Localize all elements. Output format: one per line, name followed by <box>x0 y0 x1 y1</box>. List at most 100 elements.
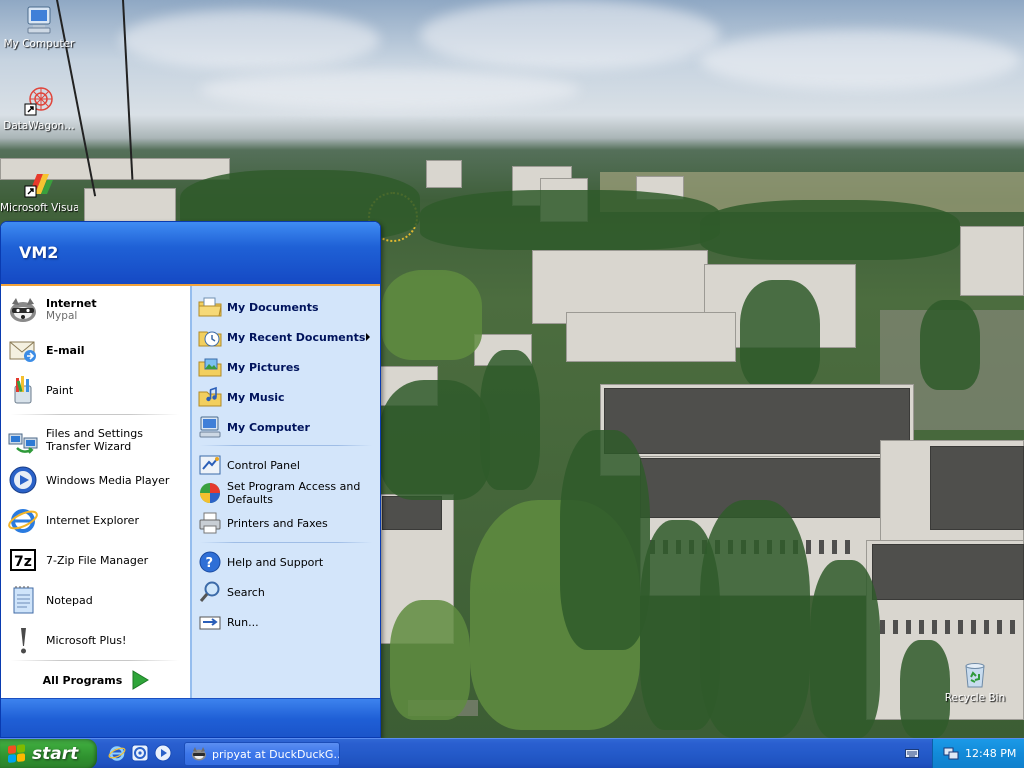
pinned-item-email[interactable]: E-mail <box>7 332 187 368</box>
pinned-item-sublabel: Mypal <box>46 310 78 322</box>
desktop-icon-datawagon[interactable]: DataWagon… <box>0 86 78 133</box>
svg-text:7z: 7z <box>14 554 32 570</box>
menu-separator <box>200 445 372 446</box>
start-menu-places-pane: My Documents My Recent Documents My Pict… <box>191 286 380 698</box>
place-item-my-documents[interactable]: My Documents <box>198 295 376 319</box>
program-item-media-player[interactable]: Windows Media Player <box>7 462 187 498</box>
my-pictures-icon <box>198 355 222 379</box>
internet-explorer-icon <box>7 504 39 536</box>
setting-item-label: Control Panel <box>227 458 300 472</box>
setting-item-printers[interactable]: Printers and Faxes <box>198 511 376 535</box>
pinned-item-internet[interactable]: Internet Mypal <box>7 292 187 328</box>
transfer-wizard-icon <box>7 424 39 456</box>
start-menu-body: Internet Mypal E-mail Paint Files and Se… <box>1 286 380 698</box>
program-item-notepad[interactable]: Notepad <box>7 582 187 618</box>
place-item-label: My Recent Documents <box>227 330 366 344</box>
visual-studio-icon <box>23 168 55 200</box>
start-button[interactable]: start <box>0 739 97 768</box>
mypal-browser-icon <box>191 746 207 762</box>
paint-icon <box>7 374 39 406</box>
start-menu: VM2 Internet Mypal E-mail Paint Files an… <box>0 221 381 738</box>
place-item-my-pictures[interactable]: My Pictures <box>198 355 376 379</box>
place-item-label: My Music <box>227 390 285 404</box>
recycle-bin-icon <box>959 658 991 690</box>
my-music-icon <box>198 385 222 409</box>
7zip-icon: 7z <box>7 544 39 576</box>
media-player-icon[interactable] <box>154 744 172 762</box>
program-item-label: Windows Media Player <box>46 473 170 487</box>
help-item-label: Help and Support <box>227 555 324 569</box>
help-item-help-support[interactable]: ? Help and Support <box>198 550 376 574</box>
place-item-my-computer[interactable]: My Computer <box>198 415 376 439</box>
program-item-internet-explorer[interactable]: Internet Explorer <box>7 502 187 538</box>
place-item-recent-documents[interactable]: My Recent Documents <box>198 325 376 349</box>
network-icon[interactable] <box>943 745 959 761</box>
my-computer-icon <box>23 4 55 36</box>
taskbar-window-label: pripyat at DuckDuckG… <box>212 747 340 761</box>
pinned-item-label: E-mail <box>46 343 85 357</box>
submenu-arrow-icon <box>366 333 370 341</box>
help-item-label: Run... <box>227 615 259 629</box>
green-arrow-icon <box>131 670 150 690</box>
system-tray: 12:48 PM <box>932 739 1024 768</box>
desktop-icon-label: Recycle Bin <box>944 692 1006 704</box>
desktop-icon-label: Microsoft Visual <box>0 202 78 214</box>
my-documents-icon <box>198 295 222 319</box>
internet-explorer-icon[interactable] <box>108 744 126 762</box>
start-menu-footer <box>1 698 380 737</box>
help-item-label: Search <box>227 585 265 599</box>
setting-item-control-panel[interactable]: Control Panel <box>198 453 376 477</box>
setting-item-label: Printers and Faxes <box>227 516 328 530</box>
mypal-browser-icon <box>7 294 39 326</box>
program-item-7zip[interactable]: 7z 7-Zip File Manager <box>7 542 187 578</box>
mypal-browser-icon[interactable] <box>131 744 149 762</box>
media-player-icon <box>7 464 39 496</box>
program-item-microsoft-plus[interactable]: Microsoft Plus! <box>7 622 187 658</box>
menu-separator <box>200 542 372 543</box>
program-item-paint[interactable]: Paint <box>7 372 187 408</box>
my-computer-icon <box>198 415 222 439</box>
user-name: VM2 <box>19 243 59 262</box>
start-menu-programs-pane: Internet Mypal E-mail Paint Files and Se… <box>1 286 191 698</box>
recent-documents-icon <box>198 325 222 349</box>
menu-separator <box>11 414 179 415</box>
help-item-run[interactable]: Run... <box>198 610 376 634</box>
place-item-my-music[interactable]: My Music <box>198 385 376 409</box>
program-item-label: Notepad <box>46 593 93 607</box>
program-access-icon <box>198 481 222 505</box>
all-programs-button[interactable]: All Programs <box>1 666 191 694</box>
desktop-icon-recycle-bin[interactable]: Recycle Bin <box>936 658 1014 705</box>
control-panel-icon <box>198 453 222 477</box>
taskbar: start pripyat at DuckDuckG… 12:48 PM <box>0 738 1024 768</box>
desktop-icon-label: My Computer <box>3 38 75 50</box>
place-item-label: My Documents <box>227 300 319 314</box>
start-menu-user-header: VM2 <box>1 222 380 286</box>
desktop-icon-my-computer[interactable]: My Computer <box>0 4 78 51</box>
program-item-label: Microsoft Plus! <box>46 633 127 647</box>
microsoft-plus-icon <box>7 624 39 656</box>
search-icon <box>198 580 222 604</box>
setting-item-label: Set Program Access and Defaults <box>227 480 361 506</box>
program-item-label: Files and Settings Transfer Wizard <box>46 427 143 453</box>
place-item-label: My Pictures <box>227 360 300 374</box>
datawagon-shortcut-icon <box>23 86 55 118</box>
program-item-label: Paint <box>46 383 74 397</box>
place-item-label: My Computer <box>227 420 310 434</box>
help-item-search[interactable]: Search <box>198 580 376 604</box>
notepad-icon <box>7 584 39 616</box>
taskbar-window-button[interactable]: pripyat at DuckDuckG… <box>184 742 340 766</box>
start-button-label: start <box>32 744 79 764</box>
windows-flag-icon <box>8 744 26 764</box>
clock[interactable]: 12:48 PM <box>965 747 1016 760</box>
program-item-label: Internet Explorer <box>46 513 139 527</box>
program-item-label: 7-Zip File Manager <box>46 553 149 567</box>
program-item-transfer-wizard[interactable]: Files and Settings Transfer Wizard <box>7 422 187 458</box>
keyboard-icon[interactable] <box>905 746 919 760</box>
setting-item-program-access[interactable]: Set Program Access and Defaults <box>198 479 376 507</box>
email-icon <box>7 334 39 366</box>
desktop-icon-label: DataWagon… <box>3 120 75 132</box>
desktop-icon-visual-studio[interactable]: Microsoft Visual <box>0 168 78 215</box>
help-icon: ? <box>198 550 222 574</box>
run-icon <box>198 610 222 634</box>
pinned-item-label: Internet <box>46 297 97 310</box>
